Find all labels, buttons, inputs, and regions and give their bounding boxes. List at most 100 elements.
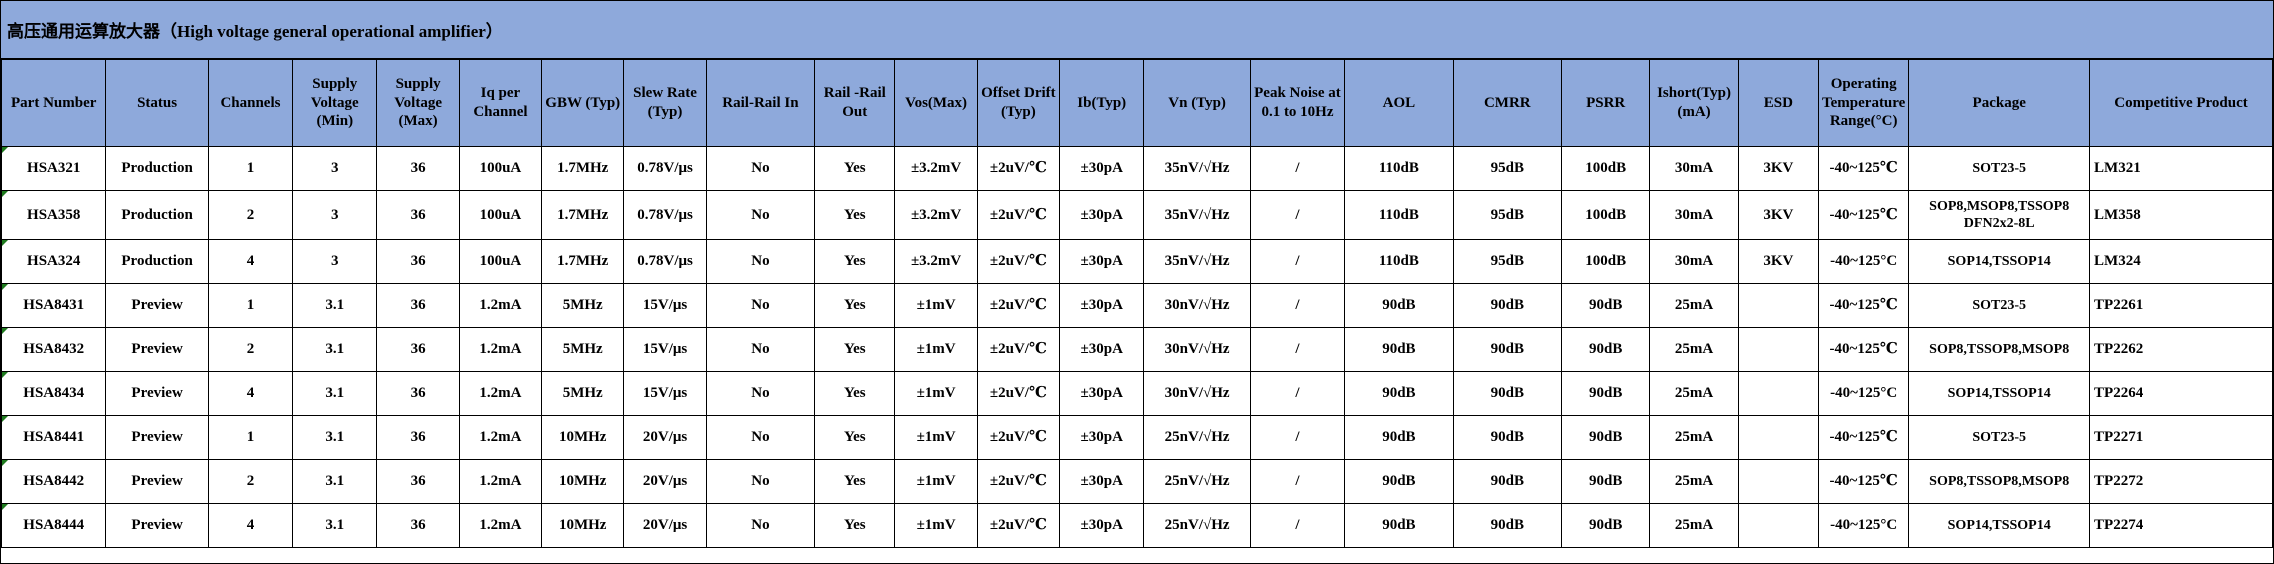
table-cell[interactable]: Preview [105, 371, 209, 416]
table-cell[interactable]: HSA8431 [0, 283, 107, 328]
table-cell[interactable]: 90dB [1452, 415, 1563, 460]
table-cell[interactable]: 3KV [1737, 190, 1820, 240]
table-cell[interactable]: 36 [376, 283, 460, 328]
table-cell[interactable]: 100uA [458, 239, 543, 284]
table-cell[interactable]: ±1mV [894, 283, 978, 328]
table-cell[interactable]: 36 [376, 459, 460, 504]
table-cell[interactable]: 90dB [1452, 459, 1563, 504]
table-cell[interactable]: HSA8432 [0, 327, 107, 372]
table-cell[interactable]: HSA8442 [0, 459, 107, 504]
table-cell[interactable]: HSA321 [0, 146, 107, 191]
table-cell[interactable]: / [1249, 146, 1346, 191]
table-cell[interactable]: 90dB [1344, 371, 1454, 416]
header-cell[interactable]: Status [105, 59, 209, 147]
table-cell[interactable]: 1.7MHz [541, 190, 625, 240]
table-cell[interactable]: HSA324 [0, 239, 107, 284]
table-cell[interactable]: 100uA [458, 190, 543, 240]
table-cell[interactable]: ±2uV/℃ [976, 283, 1061, 328]
header-cell[interactable]: GBW (Typ) [541, 59, 625, 147]
header-cell[interactable]: Rail-Rail In [705, 59, 816, 147]
table-cell[interactable]: Yes [814, 190, 896, 240]
table-cell[interactable]: ±3.2mV [894, 239, 978, 284]
table-cell[interactable]: Production [105, 190, 209, 240]
table-cell[interactable]: 3 [292, 190, 378, 240]
table-cell[interactable]: Preview [105, 415, 209, 460]
table-cell[interactable]: SOP8,TSSOP8,MSOP8 [1908, 327, 2091, 372]
table-cell[interactable]: 90dB [1452, 327, 1563, 372]
table-cell[interactable]: 25mA [1649, 415, 1739, 460]
table-cell[interactable]: 1.2mA [458, 327, 543, 372]
table-cell[interactable]: No [705, 327, 816, 372]
table-cell[interactable]: Yes [814, 327, 896, 372]
table-cell[interactable]: 30nV/√Hz [1143, 283, 1251, 328]
table-cell[interactable]: ±2uV/℃ [976, 459, 1061, 504]
table-cell[interactable]: ±2uV/℃ [976, 239, 1061, 284]
table-cell[interactable]: 2 [207, 459, 294, 504]
table-cell[interactable]: -40~125℃ [1817, 146, 1910, 191]
table-cell[interactable]: 0.78V/μs [623, 146, 707, 191]
table-cell[interactable]: -40~125℃ [1817, 459, 1910, 504]
table-cell[interactable]: SOP14,TSSOP14 [1908, 239, 2091, 284]
table-cell[interactable]: ±2uV/℃ [976, 327, 1061, 372]
table-cell[interactable]: 3KV [1737, 239, 1820, 284]
table-cell[interactable]: 90dB [1344, 283, 1454, 328]
table-cell[interactable]: ±1mV [894, 371, 978, 416]
table-cell[interactable]: 3.1 [292, 283, 378, 328]
table-cell[interactable]: No [705, 415, 816, 460]
table-cell[interactable]: Production [105, 146, 209, 191]
table-cell[interactable]: / [1249, 415, 1346, 460]
table-cell[interactable]: SOP14,TSSOP14 [1908, 503, 2091, 548]
table-cell[interactable]: 36 [376, 371, 460, 416]
table-cell[interactable]: 36 [376, 239, 460, 284]
table-cell[interactable]: 3.1 [292, 371, 378, 416]
table-cell[interactable]: / [1249, 190, 1346, 240]
header-cell[interactable]: Supply Voltage (Min) [292, 59, 378, 147]
table-cell[interactable]: 1 [207, 283, 294, 328]
table-cell[interactable]: ±30pA [1059, 459, 1145, 504]
table-cell[interactable]: ±30pA [1059, 371, 1145, 416]
header-cell[interactable]: Channels [207, 59, 294, 147]
table-cell[interactable]: 25mA [1649, 459, 1739, 504]
table-cell[interactable]: -40~125℃ [1817, 190, 1910, 240]
table-cell[interactable]: 30mA [1649, 239, 1739, 284]
table-cell[interactable]: Yes [814, 459, 896, 504]
table-cell[interactable]: / [1249, 239, 1346, 284]
table-cell[interactable]: 35nV/√Hz [1143, 190, 1251, 240]
table-cell[interactable]: 20V/μs [623, 459, 707, 504]
table-cell[interactable]: 1.7MHz [541, 146, 625, 191]
table-cell[interactable]: 2 [207, 190, 294, 240]
table-cell[interactable]: 30mA [1649, 190, 1739, 240]
table-cell[interactable]: SOT23-5 [1908, 146, 2091, 191]
table-cell[interactable]: 1 [207, 415, 294, 460]
table-cell[interactable]: LM358 [2089, 190, 2273, 240]
header-cell[interactable]: Offset Drift (Typ) [976, 59, 1061, 147]
table-cell[interactable]: 100dB [1560, 146, 1651, 191]
table-cell[interactable]: Yes [814, 415, 896, 460]
table-cell[interactable]: HSA8434 [0, 371, 107, 416]
table-cell[interactable]: LM321 [2089, 146, 2273, 191]
table-cell[interactable] [1737, 371, 1820, 416]
table-cell[interactable]: 35nV/√Hz [1143, 146, 1251, 191]
header-cell[interactable]: Rail -Rail Out [814, 59, 896, 147]
table-cell[interactable]: Yes [814, 239, 896, 284]
table-cell[interactable]: / [1249, 371, 1346, 416]
table-cell[interactable]: TP2264 [2089, 371, 2273, 416]
table-cell[interactable]: SOT23-5 [1908, 283, 2091, 328]
table-cell[interactable]: 90dB [1344, 327, 1454, 372]
table-cell[interactable]: ±3.2mV [894, 190, 978, 240]
table-cell[interactable]: 90dB [1560, 371, 1651, 416]
table-cell[interactable]: 25nV/√Hz [1143, 459, 1251, 504]
table-cell[interactable]: Preview [105, 283, 209, 328]
table-cell[interactable]: 4 [207, 239, 294, 284]
table-cell[interactable]: 1.2mA [458, 283, 543, 328]
table-title[interactable]: 高压通用运算放大器（High voltage general operation… [1, 1, 2273, 59]
table-cell[interactable]: ±1mV [894, 327, 978, 372]
table-cell[interactable]: No [705, 503, 816, 548]
table-cell[interactable]: 90dB [1560, 415, 1651, 460]
table-cell[interactable]: 25mA [1649, 283, 1739, 328]
table-cell[interactable]: -40~125°C [1817, 371, 1910, 416]
table-cell[interactable]: 36 [376, 190, 460, 240]
table-cell[interactable]: SOP14,TSSOP14 [1908, 371, 2091, 416]
table-cell[interactable]: 20V/μs [623, 415, 707, 460]
table-cell[interactable]: 4 [207, 503, 294, 548]
